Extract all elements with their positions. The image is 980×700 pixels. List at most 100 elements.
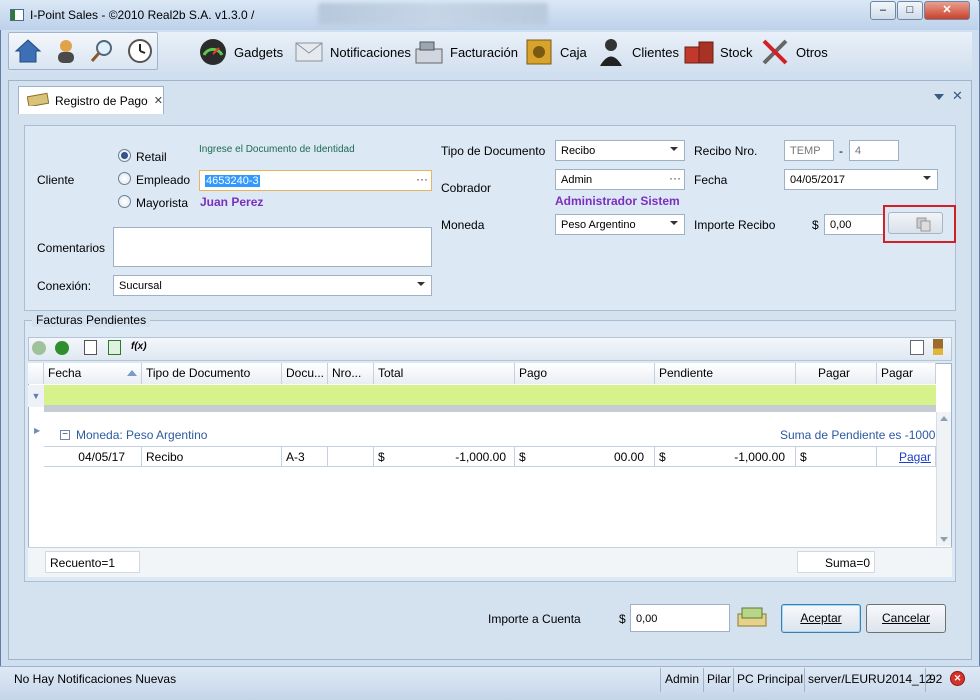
home-icon[interactable] — [14, 37, 42, 65]
fecha-date-picker[interactable]: 04/05/2017 — [784, 169, 938, 190]
recibo-prefix-input[interactable]: TEMP — [784, 140, 834, 161]
close-document-icon[interactable]: ✕ — [952, 88, 963, 104]
export-excel-icon[interactable] — [108, 340, 121, 355]
filter-row[interactable] — [44, 385, 936, 407]
envelope-icon — [294, 37, 324, 67]
toolbar-facturacion[interactable]: Facturación — [414, 37, 518, 67]
cobrador-label: Cobrador — [441, 181, 492, 195]
importe-cuenta-currency: $ — [619, 612, 626, 626]
group-summary: Suma de Pendiente es -1000 — [780, 428, 936, 442]
blurred-title-info — [318, 3, 548, 25]
notifications-status[interactable]: No Hay Notificaciones Nuevas — [14, 672, 176, 686]
search-icon[interactable] — [88, 37, 116, 65]
pagar-link[interactable]: Pagar — [877, 447, 936, 467]
filter-row-divider — [44, 405, 936, 412]
toolbar-notificaciones[interactable]: Notificaciones — [294, 37, 411, 67]
clock-icon[interactable] — [126, 37, 154, 65]
cell-pagar[interactable]: $ — [796, 447, 877, 467]
error-icon[interactable]: ✕ — [950, 671, 965, 686]
conexion-select[interactable]: Sucursal — [113, 275, 432, 296]
col-pagar[interactable]: Pagar — [796, 363, 877, 384]
toolbar-stock[interactable]: Stock — [684, 37, 753, 67]
download-icon[interactable] — [55, 341, 69, 355]
cell-pendiente: $ -1,000.00 — [655, 447, 796, 467]
close-window-button[interactable]: ✕ — [924, 1, 970, 20]
document-input[interactable]: 4653240-3 — [199, 170, 432, 191]
cell-documento: A-3 — [282, 447, 328, 467]
comentarios-textarea[interactable] — [113, 227, 432, 267]
col-pagar-link[interactable]: Pagar — [877, 363, 936, 384]
dropdown-arrow-icon — [923, 176, 931, 180]
status-separator — [660, 668, 661, 692]
tab-list-chevron-icon[interactable] — [934, 94, 944, 100]
importe-recibo-label: Importe Recibo — [694, 218, 776, 232]
toolbar-otros[interactable]: Otros — [760, 37, 828, 67]
tab-close-icon[interactable]: ✕ — [154, 94, 163, 107]
col-pago[interactable]: Pago — [515, 363, 655, 384]
broom-icon[interactable] — [933, 339, 943, 355]
comentarios-label: Comentarios — [37, 241, 106, 255]
export-arrow-icon[interactable] — [910, 340, 924, 355]
conexion-label: Conexión: — [37, 279, 92, 293]
document-hint: Ingrese el Documento de Identidad — [199, 144, 355, 155]
moneda-value: Peso Argentino — [561, 219, 636, 231]
dropdown-arrow-icon — [670, 147, 678, 151]
col-total[interactable]: Total — [374, 363, 515, 384]
tab-registro-de-pago[interactable]: Registro de Pago ✕ — [18, 86, 164, 114]
col-pendiente[interactable]: Pendiente — [655, 363, 796, 384]
export-doc-icon[interactable] — [84, 340, 97, 355]
maximize-button[interactable]: □ — [897, 1, 923, 20]
cliente-label: Cliente — [37, 173, 75, 187]
cobrador-lookup-button[interactable]: ··· — [669, 171, 681, 185]
user-settings-icon[interactable] — [52, 37, 80, 65]
recibo-number-input[interactable]: 4 — [849, 140, 899, 161]
recibo-nro-label: Recibo Nro. — [694, 144, 758, 158]
add-row-icon[interactable] — [32, 341, 46, 355]
col-fecha[interactable]: Fecha — [44, 363, 142, 384]
toolbar-otros-label: Otros — [796, 44, 828, 60]
conexion-value: Sucursal — [119, 280, 162, 292]
toolbar-caja[interactable]: Caja — [524, 37, 587, 67]
payment-icon — [26, 92, 50, 109]
toolbar-notificaciones-label: Notificaciones — [330, 44, 411, 60]
minimize-button[interactable]: – — [870, 1, 896, 20]
radio-empleado[interactable] — [118, 172, 131, 185]
importe-calc-button[interactable] — [888, 212, 943, 234]
toolbar-clientes[interactable]: Clientes — [596, 37, 679, 67]
radio-mayorista-label: Mayorista — [136, 196, 189, 210]
moneda-select[interactable]: Peso Argentino — [555, 214, 685, 235]
cancelar-button[interactable]: Cancelar — [866, 604, 946, 633]
radio-retail[interactable] — [118, 149, 131, 162]
boxes-icon — [684, 37, 714, 67]
scroll-up-icon[interactable] — [940, 416, 948, 421]
col-nro[interactable]: Nro... — [328, 363, 374, 384]
importe-cuenta-input[interactable]: 0,00 — [630, 604, 730, 632]
radio-empleado-label: Empleado — [136, 173, 191, 187]
aceptar-button[interactable]: Aceptar — [781, 604, 861, 633]
status-user: Admin — [665, 672, 700, 686]
filter-icon[interactable]: ▼ — [28, 385, 44, 407]
cobrador-input[interactable]: Admin — [555, 169, 685, 190]
document-lookup-button[interactable]: ··· — [416, 172, 428, 186]
radio-mayorista[interactable] — [118, 195, 131, 208]
app-icon — [10, 9, 24, 21]
tipo-documento-select[interactable]: Recibo — [555, 140, 685, 161]
importe-cuenta-label: Importe a Cuenta — [488, 612, 581, 626]
group-label: Moneda: Peso Argentino — [76, 428, 208, 442]
importe-recibo-input[interactable]: 0,00 — [824, 214, 884, 235]
grid-scrollbar[interactable] — [936, 412, 951, 546]
col-documento[interactable]: Docu... — [282, 363, 328, 384]
window-title: I-Point Sales - ©2010 Real2b S.A. v1.3.0… — [30, 8, 255, 22]
toolbar-gadgets-label: Gadgets — [234, 44, 284, 60]
money-icon[interactable] — [736, 606, 768, 628]
formula-icon[interactable]: f(x) — [131, 341, 147, 352]
col-tipo-documento[interactable]: Tipo de Documento — [142, 363, 282, 384]
tipo-documento-label: Tipo de Documento — [441, 144, 546, 158]
status-pc: PC Principal — [737, 672, 804, 686]
group-collapse-icon[interactable]: − — [60, 430, 70, 440]
status-separator — [703, 668, 704, 692]
scroll-down-icon[interactable] — [940, 537, 948, 542]
fecha-value: 04/05/2017 — [790, 174, 846, 186]
fecha-label: Fecha — [694, 173, 728, 187]
toolbar-gadgets[interactable]: Gadgets — [198, 37, 283, 67]
